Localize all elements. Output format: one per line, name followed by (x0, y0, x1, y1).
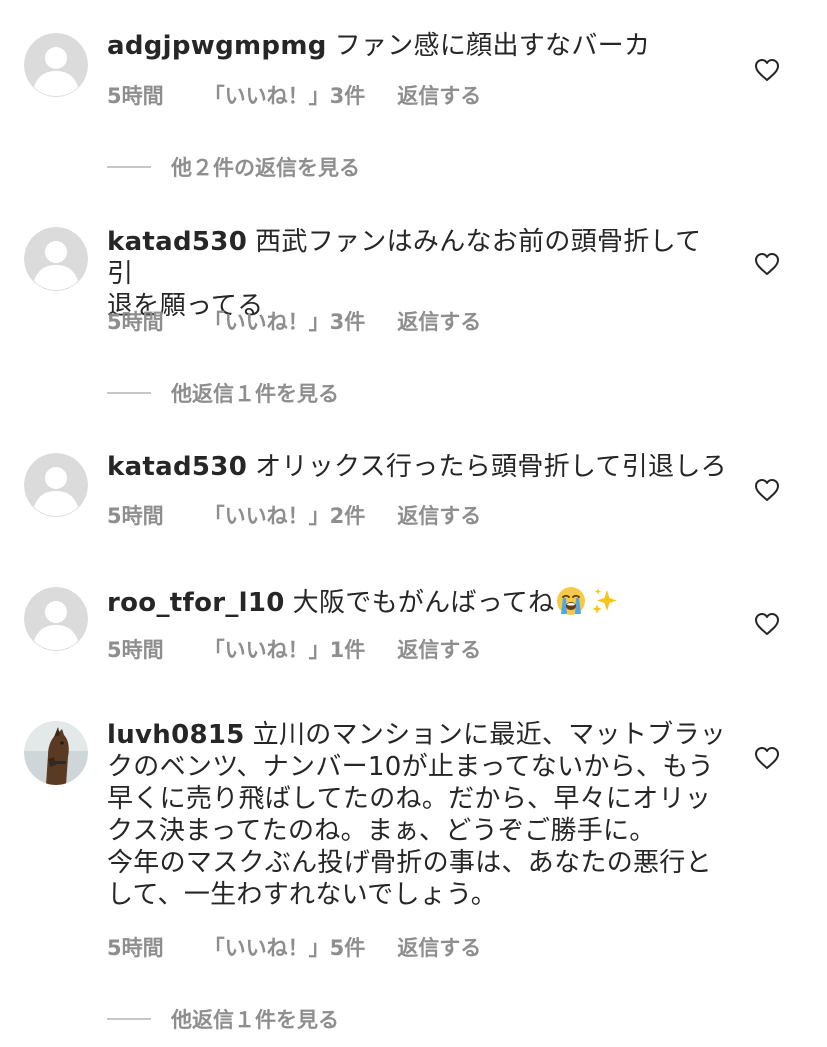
comment-likes-count[interactable]: 「いいね！」1件 (204, 634, 366, 664)
comment-meta: 5時間 「いいね！」2件 返信する (107, 500, 481, 530)
default-avatar-icon[interactable] (24, 227, 88, 291)
comment-body: luvh0815 立川のマンションに最近、マットブラッ クのベンツ、ナンバー10が… (107, 719, 727, 911)
comment-meta: 5時間 「いいね！」5件 返信する (107, 932, 481, 962)
comment-time: 5時間 (107, 504, 164, 528)
view-more-replies-label: 他２件の返信を見る (171, 156, 360, 180)
heart-outline-icon[interactable] (754, 252, 780, 276)
default-avatar-icon[interactable] (24, 33, 88, 97)
comment-username[interactable]: adgjpwgmpmg (107, 31, 327, 61)
comment-username[interactable]: roo_tfor_l10 (107, 588, 285, 618)
horse-photo-avatar[interactable] (24, 721, 88, 785)
view-more-replies-button[interactable]: 他返信１件を見る (107, 1004, 339, 1034)
loudly-crying-face-icon (557, 587, 586, 615)
heart-outline-icon[interactable] (754, 58, 780, 82)
comment-likes-count[interactable]: 「いいね！」3件 (204, 306, 366, 336)
comment-likes-count[interactable]: 「いいね！」3件 (204, 80, 366, 110)
divider-line (107, 1018, 151, 1020)
default-avatar-icon[interactable] (24, 587, 88, 651)
comment-text: 大阪でもがんばってね (292, 588, 555, 618)
comment-time: 5時間 (107, 936, 164, 960)
reply-button[interactable]: 返信する (397, 306, 481, 336)
divider-line (107, 166, 151, 168)
reply-button[interactable]: 返信する (397, 634, 481, 664)
view-more-replies-label: 他返信１件を見る (171, 382, 339, 406)
view-more-replies-button[interactable]: 他２件の返信を見る (107, 152, 360, 182)
view-more-replies-button[interactable]: 他返信１件を見る (107, 378, 339, 408)
comment-username[interactable]: katad530 (107, 227, 247, 257)
comment-body: roo_tfor_l10 大阪でもがんばってね (107, 586, 727, 619)
comment-body: katad530 オリックス行ったら頭骨折して引退しろ (107, 451, 727, 483)
comment-likes-count[interactable]: 「いいね！」5件 (204, 932, 366, 962)
comment-time: 5時間 (107, 638, 164, 662)
divider-line (107, 392, 151, 394)
sparkles-icon (592, 588, 618, 614)
comment-time: 5時間 (107, 310, 164, 334)
comment-text: ファン感に顔出すなバーカ (334, 31, 651, 61)
heart-outline-icon[interactable] (754, 746, 780, 770)
comment-time: 5時間 (107, 84, 164, 108)
comment-username[interactable]: luvh0815 (107, 720, 245, 750)
comment-meta: 5時間 「いいね！」1件 返信する (107, 634, 481, 664)
heart-outline-icon[interactable] (754, 612, 780, 636)
comments-list: adgjpwgmpmg ファン感に顔出すなバーカ 5時間 「いいね！」3件 返信す… (0, 0, 827, 1047)
comment-username[interactable]: katad530 (107, 452, 247, 482)
reply-button[interactable]: 返信する (397, 932, 481, 962)
default-avatar-icon[interactable] (24, 453, 88, 517)
reply-button[interactable]: 返信する (397, 500, 481, 530)
comment-likes-count[interactable]: 「いいね！」2件 (204, 500, 366, 530)
comment-body: adgjpwgmpmg ファン感に顔出すなバーカ (107, 30, 727, 62)
view-more-replies-label: 他返信１件を見る (171, 1008, 339, 1032)
reply-button[interactable]: 返信する (397, 80, 481, 110)
comment-meta: 5時間 「いいね！」3件 返信する (107, 80, 481, 110)
comment-meta: 5時間 「いいね！」3件 返信する (107, 306, 481, 336)
comment-text: オリックス行ったら頭骨折して引退しろ (255, 452, 727, 482)
heart-outline-icon[interactable] (754, 478, 780, 502)
